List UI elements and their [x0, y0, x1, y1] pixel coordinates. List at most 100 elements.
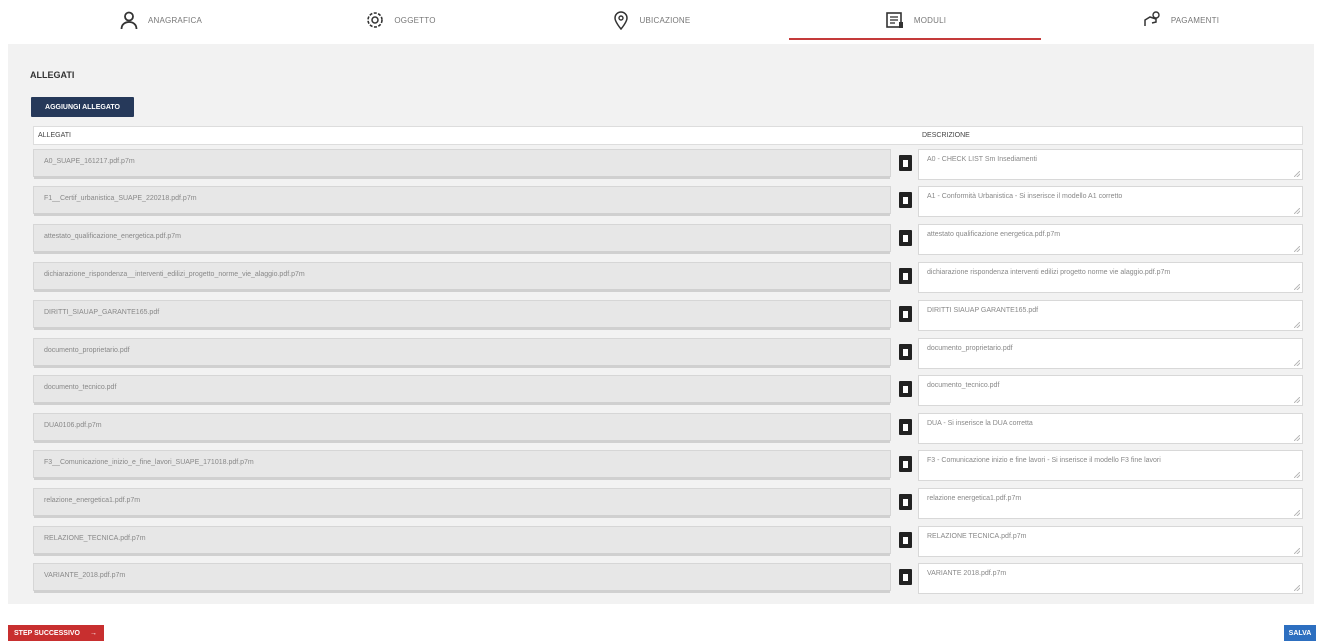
description-text: attestato qualificazione energetica.pdf.…: [927, 231, 1061, 238]
view-document-button[interactable]: [899, 569, 912, 585]
gear-icon: [364, 9, 386, 31]
attachment-file-name[interactable]: documento_tecnico.pdf: [33, 375, 891, 405]
file-icon: [903, 234, 908, 242]
tab-label: PAGAMENTI: [1170, 15, 1220, 25]
attachment-description-field[interactable]: A1 - Conformità Urbanistica - Si inseris…: [918, 186, 1303, 217]
attachment-file-name[interactable]: dichiarazione_rispondenza__interventi_ed…: [33, 262, 891, 292]
resize-handle-icon[interactable]: [1294, 171, 1300, 177]
file-icon: [903, 460, 908, 468]
attachment-description-field[interactable]: relazione energetica1.pdf.p7m: [918, 488, 1303, 519]
add-attachment-button[interactable]: AGGIUNGI ALLEGATO: [31, 97, 134, 117]
attachment-file-name[interactable]: F3__Comunicazione_inizio_e_fine_lavori_S…: [33, 450, 891, 480]
tab-oggetto[interactable]: OGGETTO: [300, 0, 500, 40]
description-text: DIRITTI SIAUAP GARANTE165.pdf: [927, 307, 1039, 314]
view-document-button[interactable]: [899, 230, 912, 246]
file-icon: [903, 536, 908, 544]
attachment-description-field[interactable]: DUA - Si inserisce la DUA corretta: [918, 413, 1303, 444]
file-icon: [903, 498, 908, 506]
resize-handle-icon[interactable]: [1294, 435, 1300, 441]
hand-coin-icon: [1141, 9, 1163, 31]
header-descrizione: DESCRIZIONE: [922, 132, 970, 139]
table-row: relazione_energetica1.pdf.p7m relazione e…: [33, 488, 1303, 520]
resize-handle-icon[interactable]: [1294, 208, 1300, 214]
resize-handle-icon[interactable]: [1294, 548, 1300, 554]
file-icon: [903, 159, 908, 167]
table-row: attestato_qualificazione_energetica.pdf.…: [33, 224, 1303, 256]
resize-handle-icon[interactable]: [1294, 322, 1300, 328]
step-tabs: ANAGRAFICA OGGETTO UBICAZIONE MODULI PAG…: [0, 0, 1322, 42]
description-text: documento_proprietario.pdf: [927, 345, 1013, 352]
next-step-button[interactable]: STEP SUCCESSIVO →: [8, 625, 104, 641]
attachment-file-name[interactable]: attestato_qualificazione_energetica.pdf.…: [33, 224, 891, 254]
attachment-description-field[interactable]: RELAZIONE TECNICA.pdf.p7m: [918, 526, 1303, 557]
attachment-file-name[interactable]: relazione_energetica1.pdf.p7m: [33, 488, 891, 518]
resize-handle-icon[interactable]: [1294, 360, 1300, 366]
resize-handle-icon[interactable]: [1294, 585, 1300, 591]
view-document-button[interactable]: [899, 532, 912, 548]
resize-handle-icon[interactable]: [1294, 397, 1300, 403]
description-text: A0 - CHECK LIST Sm Insediamenti: [927, 156, 1037, 163]
view-document-button[interactable]: [899, 306, 912, 322]
section-title: ALLEGATI: [30, 70, 75, 80]
tab-label: UBICAZIONE: [639, 15, 691, 25]
table-row: dichiarazione_rispondenza__interventi_ed…: [33, 262, 1303, 294]
view-document-button[interactable]: [899, 419, 912, 435]
map-pin-icon: [610, 9, 632, 31]
file-icon: [903, 423, 908, 431]
view-document-button[interactable]: [899, 155, 912, 171]
person-icon: [118, 9, 140, 31]
attachment-file-name[interactable]: DIRITTI_SIAUAP_GARANTE165.pdf: [33, 300, 891, 330]
attachment-description-field[interactable]: documento_proprietario.pdf: [918, 338, 1303, 369]
attachment-description-field[interactable]: DIRITTI SIAUAP GARANTE165.pdf: [918, 300, 1303, 331]
attachment-file-name[interactable]: RELAZIONE_TECNICA.pdf.p7m: [33, 526, 891, 556]
next-step-label: STEP SUCCESSIVO: [14, 629, 81, 637]
attachment-description-field[interactable]: VARIANTE 2018.pdf.p7m: [918, 563, 1303, 594]
view-document-button[interactable]: [899, 268, 912, 284]
save-button[interactable]: SALVA: [1284, 625, 1316, 641]
attachment-description-field[interactable]: A0 - CHECK LIST Sm Insediamenti: [918, 149, 1303, 180]
attachment-file-name[interactable]: A0_SUAPE_161217.pdf.p7m: [33, 149, 891, 179]
description-text: relazione energetica1.pdf.p7m: [927, 495, 1022, 502]
view-document-button[interactable]: [899, 344, 912, 360]
table-row: DIRITTI_SIAUAP_GARANTE165.pdf DIRITTI SIA…: [33, 300, 1303, 332]
view-document-button[interactable]: [899, 381, 912, 397]
tab-moduli[interactable]: MODULI: [789, 0, 1041, 40]
save-label: SALVA: [1288, 629, 1312, 637]
description-text: documento_tecnico.pdf: [927, 382, 1000, 389]
description-text: dichiarazione rispondenza interventi edi…: [927, 269, 1171, 276]
attachment-description-field[interactable]: attestato qualificazione energetica.pdf.…: [918, 224, 1303, 255]
attachment-description-field[interactable]: dichiarazione rispondenza interventi edi…: [918, 262, 1303, 293]
attachment-file-name[interactable]: DUA0106.pdf.p7m: [33, 413, 891, 443]
description-text: F3 - Comunicazione inizio e fine lavori …: [927, 457, 1161, 464]
file-icon: [903, 573, 908, 581]
header-allegati: ALLEGATI: [38, 132, 71, 139]
table-row: DUA0106.pdf.p7m DUA - Si inserisce la DUA…: [33, 413, 1303, 445]
table-row: documento_proprietario.pdf documento_prop…: [33, 338, 1303, 370]
file-icon: [903, 310, 908, 318]
view-document-button[interactable]: [899, 456, 912, 472]
view-document-button[interactable]: [899, 494, 912, 510]
description-text: VARIANTE 2018.pdf.p7m: [927, 570, 1007, 577]
tab-label: MODULI: [913, 15, 947, 25]
view-document-button[interactable]: [899, 192, 912, 208]
table-row: A0_SUAPE_161217.pdf.p7m A0 - CHECK LIST S…: [33, 149, 1303, 181]
tab-anagrafica[interactable]: ANAGRAFICA: [60, 0, 260, 40]
tab-ubicazione[interactable]: UBICAZIONE: [550, 0, 750, 40]
attachment-description-field[interactable]: F3 - Comunicazione inizio e fine lavori …: [918, 450, 1303, 481]
file-icon: [903, 385, 908, 393]
resize-handle-icon[interactable]: [1294, 284, 1300, 290]
tab-pagamenti[interactable]: PAGAMENTI: [1080, 0, 1280, 40]
resize-handle-icon[interactable]: [1294, 472, 1300, 478]
attachment-file-name[interactable]: VARIANTE_2018.pdf.p7m: [33, 563, 891, 593]
description-text: A1 - Conformità Urbanistica - Si inseris…: [927, 193, 1123, 200]
resize-handle-icon[interactable]: [1294, 246, 1300, 252]
arrow-right-icon: →: [90, 629, 98, 637]
resize-handle-icon[interactable]: [1294, 510, 1300, 516]
attachment-file-name[interactable]: documento_proprietario.pdf: [33, 338, 891, 368]
attachments-table-header: ALLEGATI DESCRIZIONE: [33, 126, 1303, 145]
table-row: F1__Certif_urbanistica_SUAPE_220218.pdf.…: [33, 186, 1303, 218]
attachment-description-field[interactable]: documento_tecnico.pdf: [918, 375, 1303, 406]
document-icon: [884, 9, 906, 31]
attachment-file-name[interactable]: F1__Certif_urbanistica_SUAPE_220218.pdf.…: [33, 186, 891, 216]
table-row: F3__Comunicazione_inizio_e_fine_lavori_S…: [33, 450, 1303, 482]
